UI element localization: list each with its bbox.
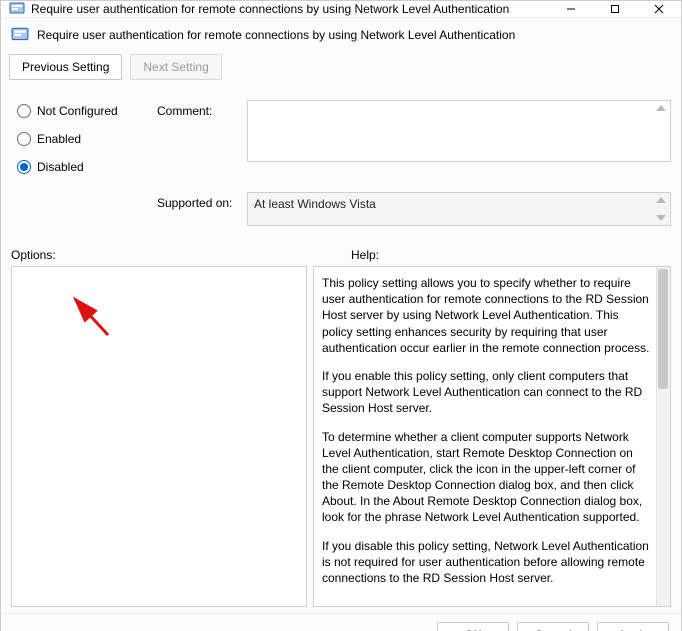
radio-circle-icon	[17, 104, 31, 118]
help-text: This policy setting allows you to specif…	[314, 267, 670, 606]
policy-title: Require user authentication for remote c…	[37, 28, 515, 42]
comment-label: Comment:	[157, 100, 247, 174]
supported-on-label: Supported on:	[157, 192, 247, 226]
help-paragraph: This policy setting allows you to specif…	[322, 275, 652, 356]
radio-circle-icon	[17, 132, 31, 146]
close-button[interactable]	[637, 1, 681, 17]
scrollbar[interactable]	[656, 267, 670, 606]
radio-enabled[interactable]: Enabled	[17, 132, 157, 146]
help-paragraph: To determine whether a client computer s…	[322, 429, 652, 526]
help-panel: This policy setting allows you to specif…	[313, 266, 671, 607]
options-label: Options:	[11, 248, 56, 262]
policy-icon	[11, 26, 29, 44]
window-title: Require user authentication for remote c…	[31, 2, 549, 16]
state-radio-group: Not Configured Enabled Disabled	[17, 100, 157, 174]
policy-header: Require user authentication for remote c…	[1, 18, 681, 50]
ok-button[interactable]: OK	[437, 622, 509, 631]
maximize-button[interactable]	[593, 1, 637, 17]
chevron-up-icon	[656, 197, 666, 203]
options-panel	[11, 266, 307, 607]
gpo-setting-dialog: Require user authentication for remote c…	[0, 0, 682, 631]
radio-label: Disabled	[37, 160, 84, 174]
chevron-down-icon	[656, 215, 666, 221]
titlebar: Require user authentication for remote c…	[1, 1, 681, 18]
next-setting-button: Next Setting	[130, 54, 221, 80]
radio-not-configured[interactable]: Not Configured	[17, 104, 157, 118]
cancel-button[interactable]: Cancel	[517, 622, 589, 631]
chevron-up-icon	[656, 105, 666, 111]
help-paragraph: If you disable this policy setting, Netw…	[322, 538, 652, 587]
help-paragraph: If you enable this policy setting, only …	[322, 368, 652, 417]
policy-icon	[9, 1, 25, 17]
supported-on-field: At least Windows Vista	[247, 192, 671, 226]
minimize-button[interactable]	[549, 1, 593, 17]
radio-disabled[interactable]: Disabled	[17, 160, 157, 174]
apply-button[interactable]: Apply	[597, 622, 669, 631]
comment-textarea[interactable]	[247, 100, 671, 162]
radio-circle-icon	[17, 160, 31, 174]
supported-on-value: At least Windows Vista	[254, 197, 376, 211]
scrollbar-thumb[interactable]	[658, 269, 668, 389]
radio-label: Enabled	[37, 132, 81, 146]
dialog-body: Require user authentication for remote c…	[1, 18, 681, 631]
help-label: Help:	[351, 248, 671, 262]
previous-setting-button[interactable]: Previous Setting	[9, 54, 122, 80]
radio-label: Not Configured	[37, 104, 118, 118]
